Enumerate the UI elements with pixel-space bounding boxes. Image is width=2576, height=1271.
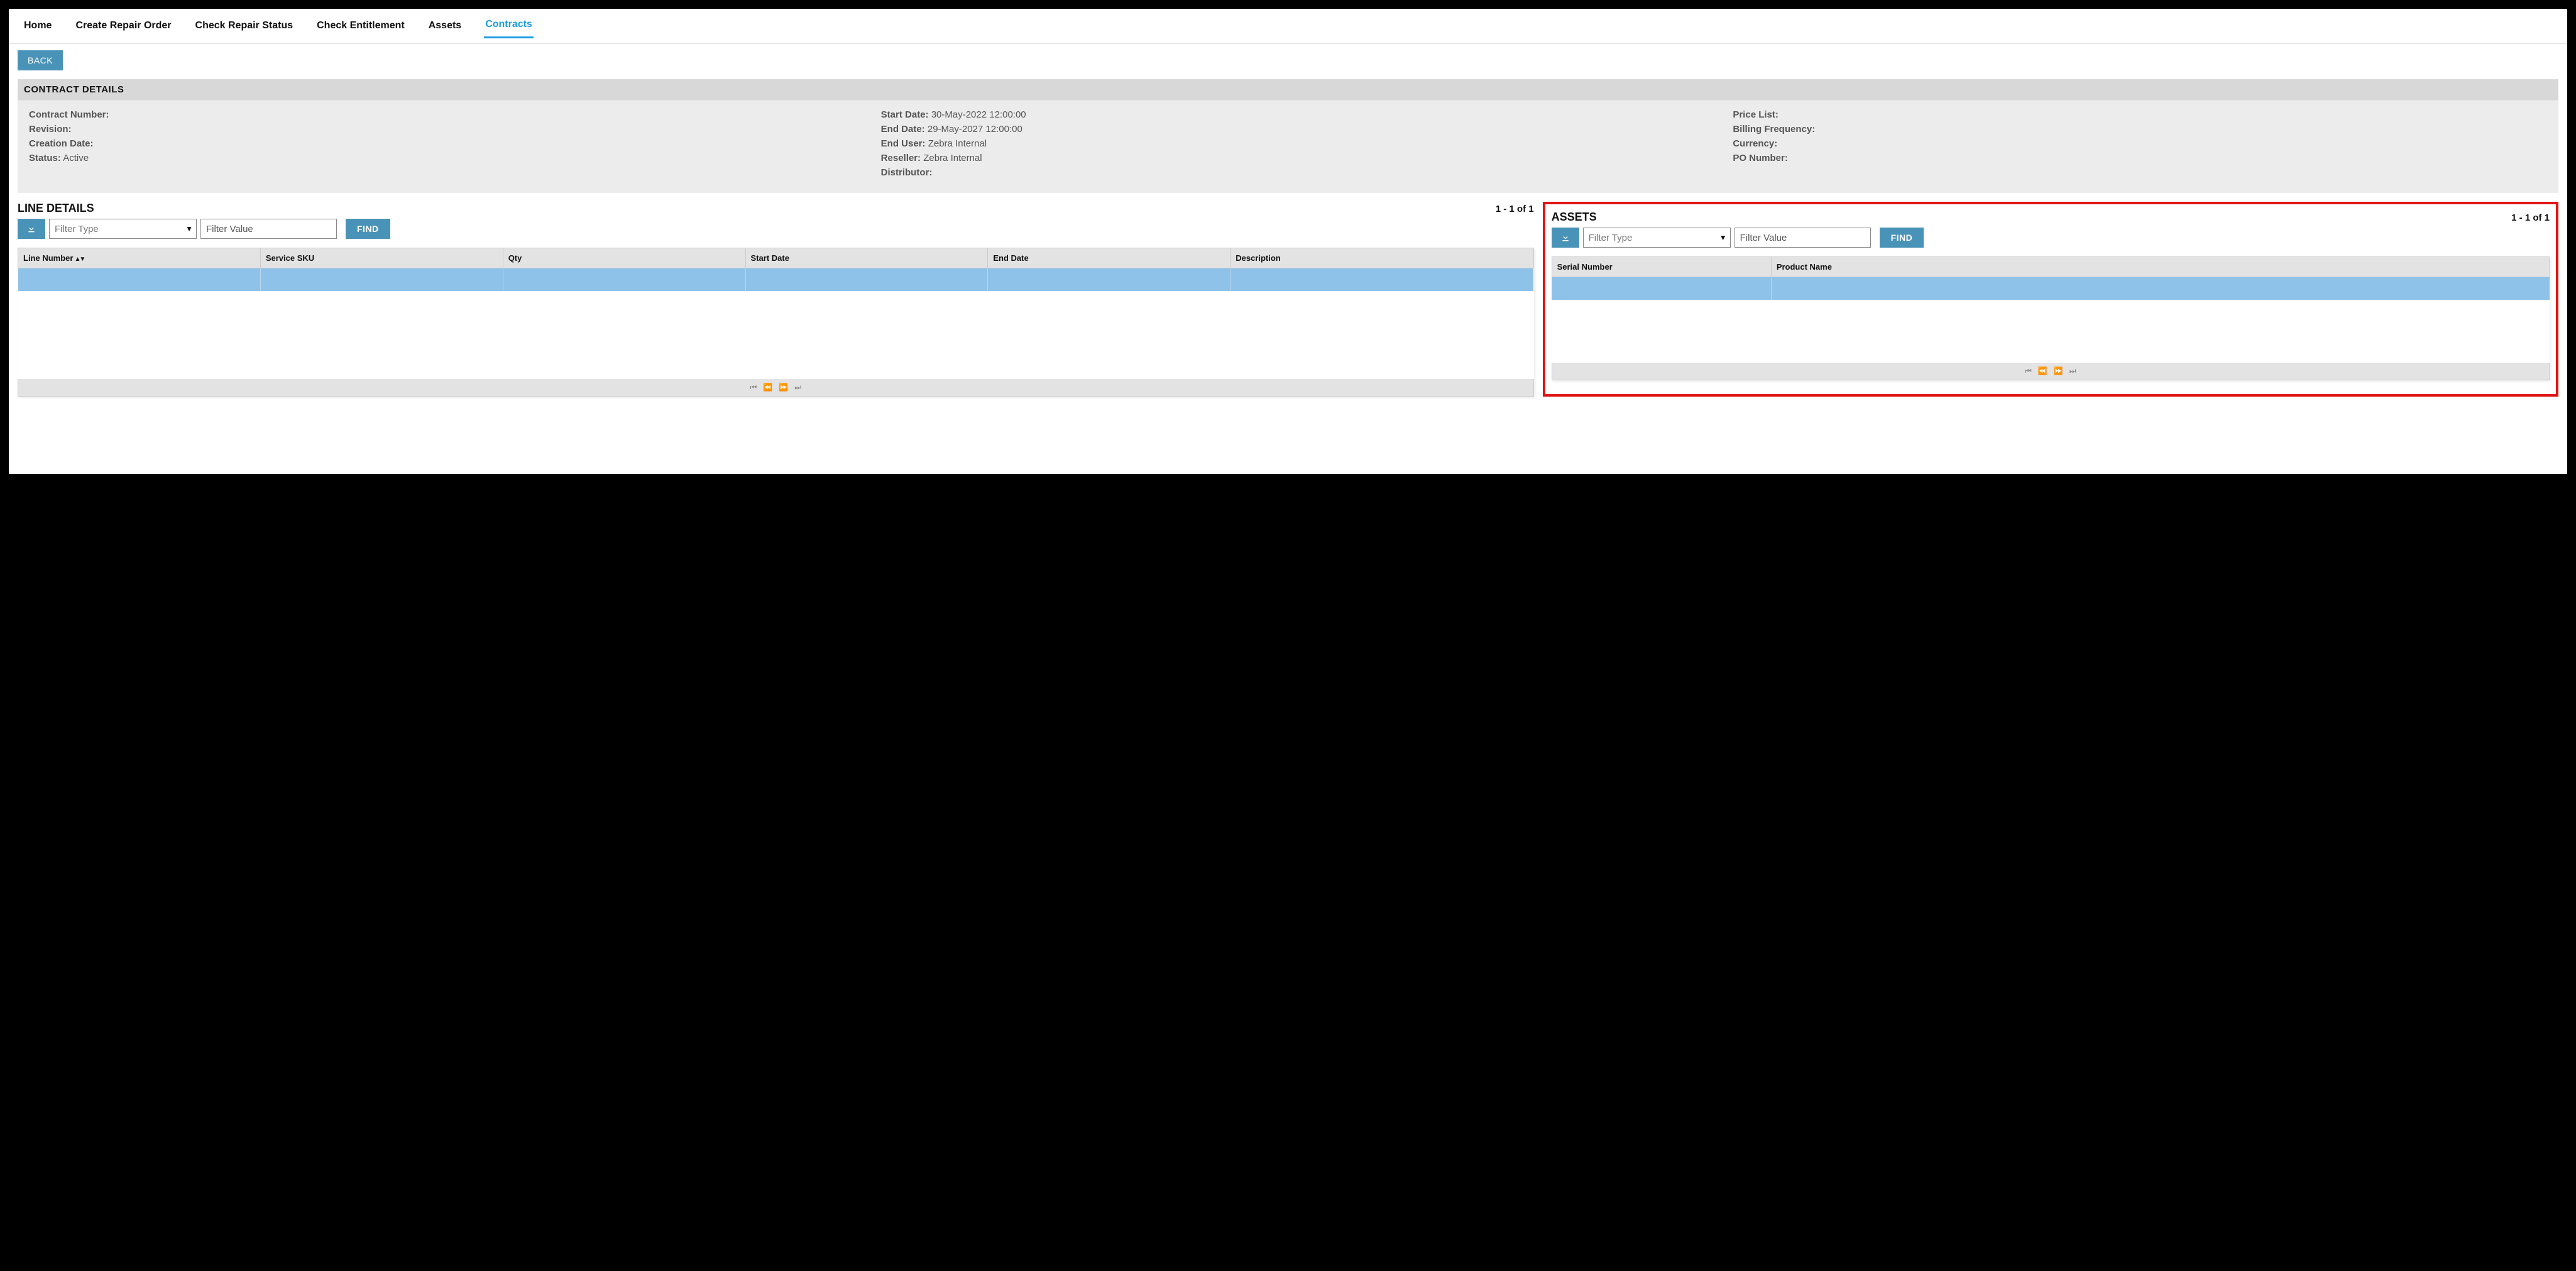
end-user-label: End User:: [881, 138, 926, 149]
end-user-value: Zebra Internal: [928, 138, 987, 149]
contract-details-col-1: Contract Number: Revision: Creation Date…: [29, 109, 843, 182]
app-viewport: Home Create Repair Order Check Repair St…: [9, 9, 2567, 474]
assets-title: ASSETS: [1552, 211, 1597, 224]
contract-details-col-3: Price List: Billing Frequency: Currency:…: [1733, 109, 2547, 182]
assets-filter-row: ▼ FIND: [1552, 228, 2550, 248]
sort-indicator-icon: ▲▼: [74, 256, 84, 263]
assets-pane-highlighted: ASSETS 1 - 1 of 1 ▼ FIND: [1543, 202, 2558, 397]
col-line-number[interactable]: Line Number▲▼: [18, 248, 261, 268]
back-button[interactable]: BACK: [18, 50, 63, 70]
nav-assets[interactable]: Assets: [427, 16, 463, 38]
contract-details-panel: CONTRACT DETAILS Contract Number: Revisi…: [18, 79, 2558, 193]
pager-first-icon[interactable]: ⏮: [750, 383, 757, 392]
pager-prev-icon[interactable]: ⏪: [763, 383, 772, 392]
line-details-count: 1 - 1 of 1: [1496, 204, 1534, 214]
line-download-button[interactable]: [18, 219, 45, 239]
assets-count: 1 - 1 of 1: [2511, 212, 2550, 223]
pager-next-icon[interactable]: ⏩: [779, 383, 788, 392]
nav-home[interactable]: Home: [23, 16, 53, 38]
status-value: Active: [63, 153, 89, 163]
pager-next-icon[interactable]: ⏩: [2054, 366, 2063, 375]
lower-panes: LINE DETAILS 1 - 1 of 1 ▼ FIND: [18, 202, 2558, 397]
col-end-date[interactable]: End Date: [988, 248, 1230, 268]
col-service-sku[interactable]: Service SKU: [260, 248, 503, 268]
pager-first-icon[interactable]: ⏮: [2025, 366, 2032, 376]
col-product-name[interactable]: Product Name: [1771, 257, 2549, 277]
po-number-label: PO Number:: [1733, 153, 1788, 163]
currency-label: Currency:: [1733, 138, 1777, 149]
status-label: Status:: [29, 153, 61, 163]
contract-details-col-2: Start Date: 30-May-2022 12:00:00 End Dat…: [881, 109, 1696, 182]
assets-download-button[interactable]: [1552, 228, 1579, 248]
end-date-label: End Date:: [881, 124, 925, 135]
creation-date-label: Creation Date:: [29, 138, 94, 149]
pager-last-icon[interactable]: ⏭: [794, 383, 801, 392]
reseller-value: Zebra Internal: [923, 153, 982, 163]
assets-filter-value-input[interactable]: [1735, 228, 1871, 248]
download-icon: [1560, 233, 1570, 243]
line-details-pane: LINE DETAILS 1 - 1 of 1 ▼ FIND: [18, 202, 1534, 397]
line-filter-type-select[interactable]: [49, 219, 197, 239]
nav-check-repair-status[interactable]: Check Repair Status: [194, 16, 295, 38]
top-nav: Home Create Repair Order Check Repair St…: [9, 9, 2567, 44]
col-qty[interactable]: Qty: [503, 248, 745, 268]
assets-filter-type-select[interactable]: [1583, 228, 1731, 248]
start-date-label: Start Date:: [881, 109, 929, 120]
contract-details-body: Contract Number: Revision: Creation Date…: [18, 100, 2558, 193]
col-serial-number[interactable]: Serial Number: [1552, 257, 1771, 277]
revision-label: Revision:: [29, 124, 72, 135]
line-grid-pager: ⏮ ⏪ ⏩ ⏭: [18, 379, 1534, 397]
line-details-grid: Line Number▲▼ Service SKU Qty Start Date…: [18, 248, 1534, 379]
distributor-label: Distributor:: [881, 167, 933, 178]
download-icon: [26, 224, 36, 234]
pager-last-icon[interactable]: ⏭: [2069, 366, 2076, 376]
nav-create-repair-order[interactable]: Create Repair Order: [74, 16, 172, 38]
grid-empty-space: [1552, 300, 2549, 363]
line-find-button[interactable]: FIND: [346, 219, 390, 239]
contract-number-label: Contract Number:: [29, 109, 109, 120]
col-start-date[interactable]: Start Date: [745, 248, 988, 268]
contract-details-header: CONTRACT DETAILS: [18, 79, 2558, 100]
end-date-value: 29-May-2027 12:00:00: [928, 124, 1022, 135]
assets-grid: Serial Number Product Name: [1552, 256, 2550, 363]
start-date-value: 30-May-2022 12:00:00: [931, 109, 1026, 120]
grid-empty-space: [18, 291, 1534, 379]
assets-grid-pager: ⏮ ⏪ ⏩ ⏭: [1552, 363, 2550, 380]
line-details-title: LINE DETAILS: [18, 202, 94, 215]
pager-prev-icon[interactable]: ⏪: [2038, 366, 2047, 375]
assets-find-button[interactable]: FIND: [1880, 228, 1924, 248]
nav-check-entitlement[interactable]: Check Entitlement: [315, 16, 406, 38]
reseller-label: Reseller:: [881, 153, 921, 163]
billing-freq-label: Billing Frequency:: [1733, 124, 1815, 135]
nav-contracts[interactable]: Contracts: [484, 15, 534, 38]
price-list-label: Price List:: [1733, 109, 1779, 120]
line-filter-value-input[interactable]: [200, 219, 337, 239]
table-row[interactable]: [18, 268, 1534, 291]
col-description[interactable]: Description: [1230, 248, 1533, 268]
table-row[interactable]: [1552, 277, 2549, 300]
line-details-filter-row: ▼ FIND: [18, 219, 1534, 239]
